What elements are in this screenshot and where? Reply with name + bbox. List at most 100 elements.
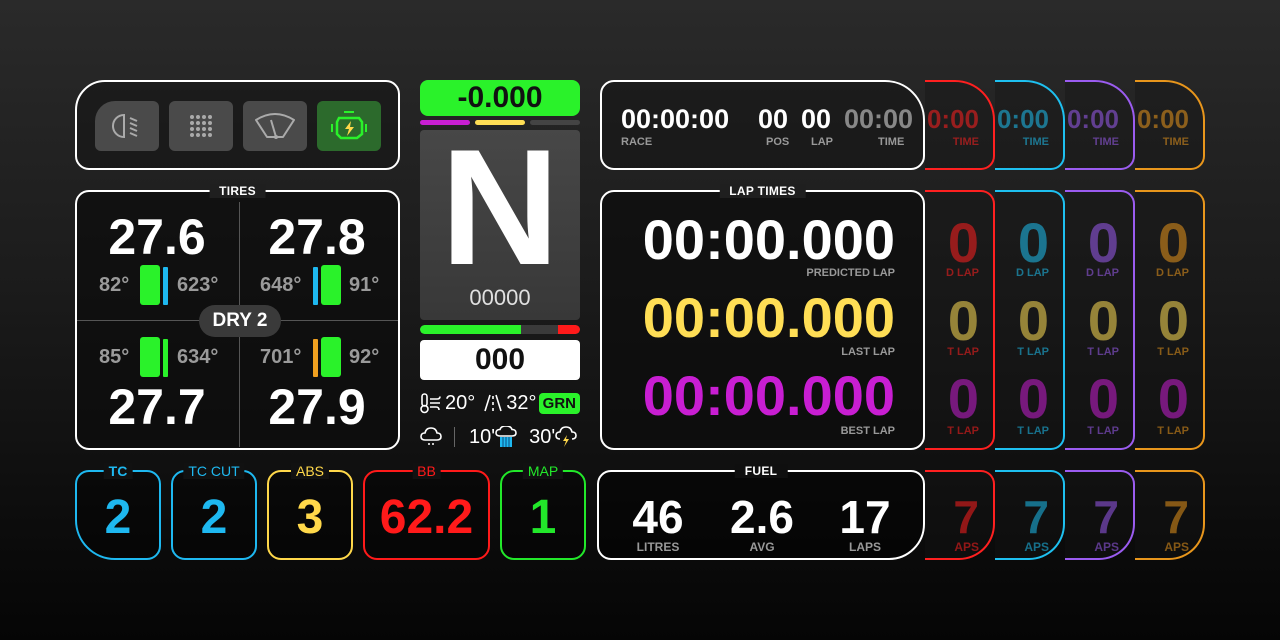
- ghost-best-label: T LAP: [1157, 425, 1189, 437]
- lap-value: 00: [801, 104, 832, 134]
- rear-left-tire-bar: [140, 337, 160, 377]
- delta-display: -0.000: [420, 80, 580, 116]
- map-value: 1: [529, 491, 557, 544]
- abs-label: ABS: [290, 463, 330, 479]
- tc-cut-value: 2: [200, 491, 228, 544]
- tires-panel: TIRES 27.6 82° 623° 27.8 648° 91° DRY 2 …: [75, 184, 400, 450]
- gear-display: N 00000: [420, 115, 580, 320]
- ghost-fuel-digit: 7: [1163, 491, 1189, 543]
- position-label: POS: [766, 136, 790, 148]
- fuel-avg-label: AVG: [749, 540, 775, 554]
- ghost-fuel-digit: 7: [953, 491, 979, 543]
- ghost-fuel-label: APS: [954, 540, 979, 554]
- ghost-fuel-label: APS: [1164, 540, 1189, 554]
- ghost-predicted-label: D LAP: [1016, 267, 1049, 279]
- ghost-laps-panel-3: 0D LAP 0 T LAP 0 T LAP: [1065, 190, 1135, 450]
- race-time-label: RACE: [621, 136, 653, 148]
- last-lap-label: LAST LAP: [841, 346, 895, 358]
- ghost-fuel-panel-4: 7 APS: [1135, 470, 1205, 560]
- tires-title: TIRES: [209, 184, 266, 198]
- cloud-rain-icon: [495, 426, 517, 447]
- ghost-fuel-digit: 7: [1093, 491, 1119, 543]
- ghost-last-label: T LAP: [1087, 346, 1119, 358]
- front-right-tire-bar: [321, 265, 341, 305]
- ghost-laps-panel-4: 0D LAP 0 T LAP 0 T LAP: [1135, 190, 1205, 450]
- engine-warning-button[interactable]: [317, 101, 381, 151]
- ghost-last-label: T LAP: [1017, 346, 1049, 358]
- tc-value: 2: [104, 491, 132, 544]
- gear-value: N: [440, 115, 560, 299]
- rain-light-button[interactable]: [169, 101, 233, 151]
- lap-times-panel: LAP TIMES 00:00.000 PREDICTED LAP 00:00.…: [600, 184, 925, 450]
- air-temp-value: 20°: [445, 391, 476, 414]
- ghost-best-label: T LAP: [947, 425, 979, 437]
- status-lights-panel: [75, 80, 400, 170]
- ghost-time-label: TIME: [952, 136, 979, 148]
- rpm-bar: [420, 325, 580, 334]
- ghost-predicted-label: D LAP: [1156, 267, 1189, 279]
- ghost-time-label: TIME: [1092, 136, 1119, 148]
- forecast-divider: [454, 427, 455, 447]
- ghost-fuel-panel-1: 7 APS: [925, 470, 995, 560]
- position-value: 00: [758, 104, 789, 134]
- ghost-fuel-panel-3: 7 APS: [1065, 470, 1135, 560]
- ghost-last-label: T LAP: [1157, 346, 1189, 358]
- cloud-lightning-icon: [555, 426, 577, 447]
- cloud-drizzle-icon: [420, 427, 442, 445]
- ghost-fuel-digit: 7: [1023, 491, 1049, 543]
- ghost-predicted-digit: 0: [1157, 211, 1189, 274]
- map-panel: MAP 1: [500, 463, 586, 560]
- ghost-best-label: T LAP: [1087, 425, 1119, 437]
- track-temp-icon: [484, 394, 503, 412]
- abs-panel: ABS 3: [267, 463, 353, 560]
- rpm-bar-fill: [420, 325, 521, 334]
- ghost-time-value: 0:00: [926, 104, 979, 134]
- ghost-best-label: T LAP: [1017, 425, 1049, 437]
- rear-right-pressure: 27.9: [268, 379, 366, 435]
- ghost-laps-panel-1: 0D LAP 0 T LAP 0 T LAP: [925, 190, 995, 450]
- tc-panel: TC 2: [75, 463, 161, 560]
- air-temp-icon: [420, 393, 441, 414]
- session-time-label: TIME: [878, 136, 905, 148]
- front-left-tire-temp: 82°: [99, 274, 130, 296]
- ghost-time-value: 0:00: [1136, 104, 1189, 134]
- rear-left-brake-bar: [163, 339, 168, 377]
- headlights-button[interactable]: [95, 101, 159, 151]
- ghost-laps-panel-2: 0D LAP 0 T LAP 0 T LAP: [995, 190, 1065, 450]
- headlight-icon: [112, 113, 138, 139]
- forecast-row: 10' 30': [420, 424, 580, 450]
- brake-bias-label: BB: [412, 463, 441, 479]
- front-right-pressure: 27.8: [268, 209, 366, 265]
- rpm-value: 00000: [469, 285, 531, 310]
- front-left-brake-temp: 623°: [177, 274, 219, 296]
- brake-bias-panel: BB 62.2: [363, 463, 490, 560]
- fuel-laps-value: 17: [839, 491, 891, 543]
- predicted-lap-label: PREDICTED LAP: [806, 267, 895, 279]
- ghost-last-digit: 0: [1087, 289, 1119, 352]
- ghost-best-digit: 0: [1017, 367, 1049, 430]
- fuel-litres-label: LITRES: [636, 540, 680, 554]
- rear-right-brake-temp: 701°: [260, 346, 302, 368]
- flag-badge: GRN: [538, 392, 580, 414]
- front-right-brake-bar: [313, 267, 318, 305]
- forecast-time-2: 30': [529, 425, 556, 448]
- abs-value: 3: [296, 491, 324, 544]
- predicted-lap-value: 00:00.000: [642, 208, 895, 271]
- tc-label: TC: [103, 463, 133, 479]
- wiper-button[interactable]: [243, 101, 307, 151]
- best-lap-label: BEST LAP: [840, 425, 895, 437]
- forecast-time-1: 10': [469, 425, 496, 448]
- rpm-redline: [558, 325, 580, 334]
- ghost-race-panel-3: 0:00 TIME: [1065, 80, 1135, 170]
- front-right-brake-temp: 648°: [260, 274, 302, 296]
- ghost-race-panel-2: 0:00 TIME: [995, 80, 1065, 170]
- race-time-value: 00:00:00: [621, 104, 730, 134]
- session-time-value: 00:00: [844, 104, 914, 134]
- ghost-best-digit: 0: [1157, 367, 1189, 430]
- ghost-fuel-label: APS: [1094, 540, 1119, 554]
- rear-left-pressure: 27.7: [108, 379, 206, 435]
- ghost-best-digit: 0: [1087, 367, 1119, 430]
- tire-compound-badge: DRY 2: [199, 305, 281, 337]
- engine-icon: [331, 111, 367, 140]
- race-info-panel: 00:00:00 RACE 00 POS 00 LAP 00:00 TIME: [600, 80, 925, 170]
